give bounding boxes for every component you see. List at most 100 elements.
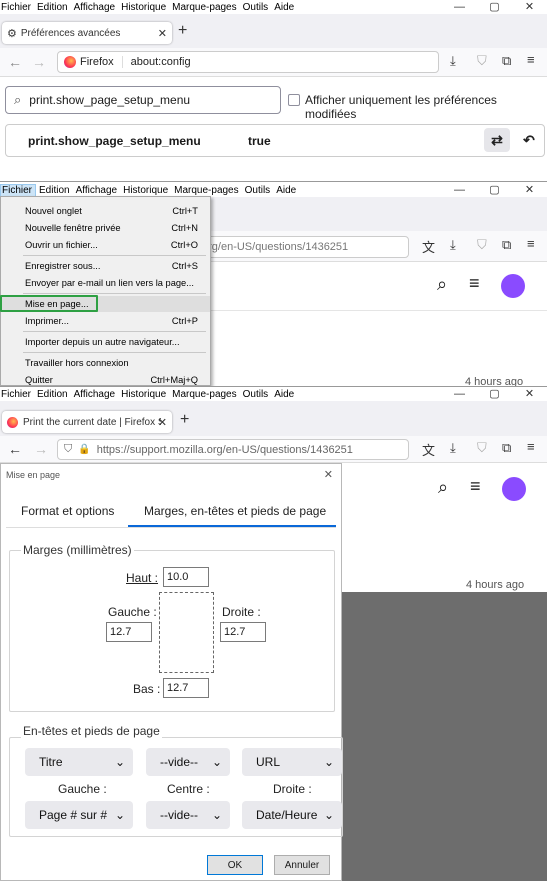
minimize-icon[interactable]: — bbox=[442, 183, 477, 197]
menu-affichage[interactable]: Affichage bbox=[73, 185, 121, 196]
tab-title: Print the current date | Firefox S bbox=[23, 416, 161, 428]
value: Page # sur # bbox=[39, 808, 108, 822]
translate-icon[interactable]: 文 bbox=[422, 237, 435, 256]
menu-aide[interactable]: Aide bbox=[271, 389, 297, 400]
url-bar-2[interactable]: org/en-US/questions/1436251 bbox=[195, 236, 409, 258]
menu-icon[interactable]: ≡ bbox=[527, 236, 535, 251]
minimize-icon[interactable]: — bbox=[442, 387, 477, 401]
extensions-icon[interactable]: ⧉ bbox=[502, 237, 511, 253]
tab-close-icon[interactable]: ✕ bbox=[158, 27, 167, 40]
modified-only-checkbox[interactable] bbox=[288, 94, 300, 106]
extensions-icon[interactable]: ⧉ bbox=[502, 53, 511, 69]
value: 12.7 bbox=[224, 626, 246, 638]
menu-aide[interactable]: Aide bbox=[273, 185, 299, 196]
footer-left-label: Gauche : bbox=[58, 782, 107, 796]
bottom-margin-input[interactable]: 12.7 bbox=[163, 678, 209, 698]
menu-fichier[interactable]: Fichier bbox=[0, 2, 34, 13]
tab-preferences[interactable]: ⚙ Préférences avancées ✕ bbox=[2, 22, 172, 44]
forward-icon[interactable]: → bbox=[32, 54, 46, 70]
menu-item-offline[interactable]: Travailler hors connexion bbox=[1, 355, 210, 371]
maximize-icon[interactable]: ▢ bbox=[477, 183, 512, 197]
value: --vide-- bbox=[160, 808, 198, 822]
left-label: Gauche : bbox=[108, 605, 157, 619]
download-icon[interactable]: ⤓ bbox=[450, 53, 456, 69]
search-icon[interactable]: ⌕ bbox=[437, 274, 447, 295]
menu-item-private-window[interactable]: Nouvelle fenêtre privée Ctrl+N bbox=[1, 220, 210, 236]
menu-item-import[interactable]: Importer depuis un autre navigateur... bbox=[1, 334, 210, 350]
menu-fichier-open[interactable]: Fichier bbox=[0, 183, 37, 197]
close-window-icon[interactable]: ✕ bbox=[512, 183, 547, 197]
menu-item-open-file[interactable]: Ouvrir un fichier... Ctrl+O bbox=[1, 237, 210, 253]
menu-outils[interactable]: Outils bbox=[240, 389, 272, 400]
item-shortcut: Ctrl+P bbox=[171, 316, 198, 326]
header-center-select[interactable]: --vide-- ⌄ bbox=[146, 748, 230, 776]
close-window-icon[interactable]: ✕ bbox=[512, 387, 547, 401]
tracking-shield-icon: ⛉ bbox=[64, 443, 73, 455]
close-window-icon[interactable]: ✕ bbox=[512, 0, 547, 14]
download-icon[interactable]: ⤓ bbox=[450, 237, 456, 253]
shield-icon[interactable]: ⛉ bbox=[477, 237, 487, 253]
menu-historique[interactable]: Historique bbox=[118, 389, 169, 400]
new-tab-icon[interactable]: + bbox=[178, 22, 187, 40]
url-bar[interactable]: Firefox about:config bbox=[57, 51, 439, 73]
top-label: Haut : bbox=[126, 571, 159, 585]
back-icon[interactable]: ← bbox=[8, 54, 22, 70]
cancel-button[interactable]: Annuler bbox=[274, 855, 330, 875]
menu-outils[interactable]: Outils bbox=[240, 2, 272, 13]
hamburger-icon[interactable]: ≡ bbox=[469, 273, 480, 294]
footer-left-select[interactable]: Page # sur # ⌄ bbox=[25, 801, 133, 829]
tab-margins-headers[interactable]: Marges, en-têtes et pieds de page bbox=[144, 504, 326, 518]
menu-historique[interactable]: Historique bbox=[120, 185, 171, 196]
menu-item-email-link[interactable]: Envoyer par e-mail un lien vers la page.… bbox=[1, 275, 210, 291]
menu-affichage[interactable]: Affichage bbox=[71, 389, 119, 400]
avatar[interactable] bbox=[501, 274, 525, 298]
tab-close-icon[interactable]: ✕ bbox=[158, 416, 167, 429]
menu-item-save-as[interactable]: Enregistrer sous... Ctrl+S bbox=[1, 258, 210, 274]
maximize-icon[interactable]: ▢ bbox=[477, 387, 512, 401]
back-icon[interactable]: ← bbox=[8, 441, 22, 457]
menu-marque-pages[interactable]: Marque-pages bbox=[169, 2, 239, 13]
footer-center-select[interactable]: --vide-- ⌄ bbox=[146, 801, 230, 829]
header-right-select[interactable]: URL ⌄ bbox=[242, 748, 342, 776]
extensions-icon[interactable]: ⧉ bbox=[502, 440, 511, 456]
menu-aide[interactable]: Aide bbox=[271, 2, 297, 13]
tab-support[interactable]: Print the current date | Firefox S ✕ bbox=[2, 411, 172, 433]
url-bar-3[interactable]: ⛉ 🔒 https://support.mozilla.org/en-US/qu… bbox=[57, 439, 409, 460]
menu-icon[interactable]: ≡ bbox=[527, 52, 535, 67]
menu-item-print[interactable]: Imprimer... Ctrl+P bbox=[1, 313, 210, 329]
menu-historique[interactable]: Historique bbox=[118, 2, 169, 13]
avatar[interactable] bbox=[502, 477, 526, 501]
menu-affichage[interactable]: Affichage bbox=[71, 2, 119, 13]
menu-edition[interactable]: Edition bbox=[34, 389, 71, 400]
minimize-icon[interactable]: — bbox=[442, 0, 477, 14]
menu-edition[interactable]: Edition bbox=[34, 2, 71, 13]
right-margin-input[interactable]: 12.7 bbox=[220, 622, 266, 642]
translate-icon[interactable]: 文 bbox=[422, 440, 435, 459]
left-margin-input[interactable]: 12.7 bbox=[106, 622, 152, 642]
toggle-button[interactable]: ⇄ bbox=[484, 128, 510, 152]
search-icon[interactable]: ⌕ bbox=[438, 477, 448, 498]
dialog-close-icon[interactable]: ✕ bbox=[324, 468, 333, 481]
ok-button[interactable]: OK bbox=[207, 855, 263, 875]
shield-icon[interactable]: ⛉ bbox=[477, 53, 487, 69]
menu-item-new-tab[interactable]: Nouvel onglet Ctrl+T bbox=[1, 203, 210, 219]
top-margin-input[interactable]: 10.0 bbox=[163, 567, 209, 587]
footer-right-select[interactable]: Date/Heure ⌄ bbox=[242, 801, 342, 829]
menu-fichier[interactable]: Fichier bbox=[0, 389, 34, 400]
new-tab-icon[interactable]: + bbox=[180, 411, 189, 429]
reset-button[interactable]: ↶ bbox=[516, 128, 542, 152]
hamburger-icon[interactable]: ≡ bbox=[470, 476, 481, 497]
header-left-select[interactable]: Titre ⌄ bbox=[25, 748, 133, 776]
menu-outils[interactable]: Outils bbox=[242, 185, 274, 196]
shield-icon[interactable]: ⛉ bbox=[477, 440, 487, 456]
tab-format-options[interactable]: Format et options bbox=[21, 504, 114, 518]
forward-icon[interactable]: → bbox=[34, 441, 48, 457]
maximize-icon[interactable]: ▢ bbox=[477, 0, 512, 14]
download-icon[interactable]: ⤓ bbox=[450, 440, 456, 456]
menu-marque-pages[interactable]: Marque-pages bbox=[171, 185, 241, 196]
menu-icon[interactable]: ≡ bbox=[527, 439, 535, 454]
menu-edition[interactable]: Edition bbox=[36, 185, 73, 196]
tab-title: Préférences avancées bbox=[20, 27, 121, 39]
pref-search-input[interactable]: ⌕ print.show_page_setup_menu bbox=[5, 86, 281, 114]
menu-marque-pages[interactable]: Marque-pages bbox=[169, 389, 239, 400]
